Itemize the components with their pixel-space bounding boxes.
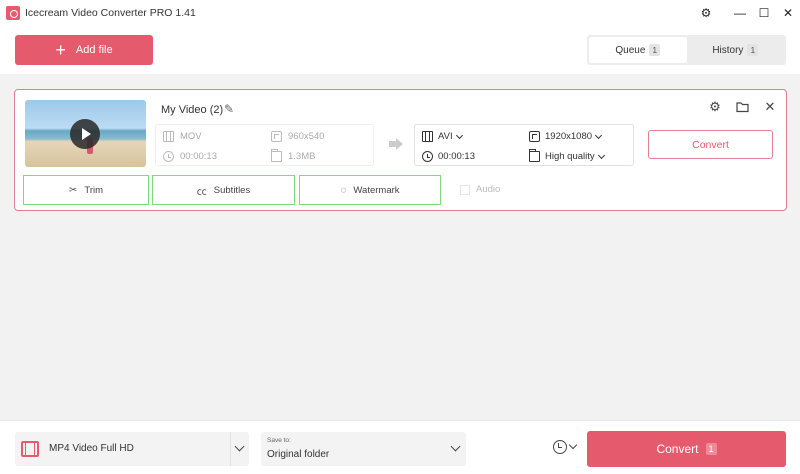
chevron-down-icon — [455, 131, 463, 139]
maximize-icon[interactable]: ☐ — [755, 4, 773, 22]
save-to-value: Original folder — [267, 449, 330, 460]
folder-icon — [271, 149, 282, 162]
source-resolution: 960x540 — [271, 131, 324, 142]
add-file-button[interactable]: + Add file — [15, 35, 153, 65]
source-size-value: 1.3MB — [288, 151, 316, 162]
source-resolution-value: 960x540 — [288, 131, 325, 142]
play-icon[interactable] — [70, 119, 100, 149]
item-convert-button[interactable]: Convert — [648, 130, 773, 159]
arrow-right-icon — [389, 138, 403, 150]
target-resolution-value: 1920x1080 — [545, 131, 593, 142]
audio-checkbox[interactable]: Audio — [460, 184, 500, 195]
chevron-down-icon[interactable] — [234, 441, 245, 452]
tab-queue-label: Queue — [615, 44, 646, 56]
subtitles-icon: ㏄ — [196, 186, 207, 198]
gear-icon[interactable]: ⚙ — [697, 4, 715, 22]
video-thumbnail[interactable] — [25, 100, 146, 167]
trim-label: Trim — [84, 184, 104, 196]
target-quality-value: High quality — [545, 151, 595, 162]
clock-icon — [422, 151, 433, 162]
source-duration: 00:00:13 — [163, 151, 217, 162]
source-format: MOV — [163, 131, 202, 142]
preset-value: MP4 Video Full HD — [49, 443, 134, 454]
tab-queue[interactable]: Queue 1 — [589, 37, 687, 63]
queue-content: My Video (2) ✎ MOV 960x540 00:00:13 1.3M… — [0, 74, 800, 420]
source-duration-value: 00:00:13 — [180, 151, 217, 162]
chevron-down-icon — [597, 151, 605, 159]
watermark-label: Watermark — [353, 184, 400, 196]
target-format-select[interactable]: AVI — [422, 131, 463, 142]
video-name: My Video (2) — [161, 104, 224, 116]
output-preset-select[interactable]: MP4 Video Full HD — [15, 432, 249, 466]
tab-history-count: 1 — [747, 44, 759, 56]
target-quality-select[interactable]: High quality — [529, 149, 605, 162]
resolution-icon — [529, 131, 540, 142]
app-logo-icon — [6, 6, 20, 20]
queue-item-card: My Video (2) ✎ MOV 960x540 00:00:13 1.3M… — [14, 89, 787, 211]
alarm-clock-icon[interactable] — [553, 440, 567, 454]
queue-history-tabs: Queue 1 History 1 — [587, 35, 786, 65]
divider — [230, 432, 231, 466]
tab-history[interactable]: History 1 — [687, 37, 785, 63]
save-to-select[interactable]: Save to: Original folder — [261, 432, 466, 466]
target-resolution-select[interactable]: 1920x1080 — [529, 131, 603, 142]
add-file-label: Add file — [75, 44, 113, 56]
header: + Add file Queue 1 History 1 — [0, 26, 800, 74]
item-settings-gear-icon[interactable]: ⚙ — [707, 99, 723, 115]
film-icon — [422, 131, 433, 142]
source-format-value: MOV — [180, 131, 202, 142]
tab-queue-count: 1 — [649, 44, 661, 56]
watermark-icon: ◌ — [340, 184, 347, 196]
target-duration-value: 00:00:13 — [438, 151, 475, 162]
target-format-value: AVI — [438, 131, 453, 142]
convert-all-button[interactable]: Convert 1 — [587, 431, 786, 467]
video-format-icon — [21, 441, 39, 457]
resolution-icon — [271, 131, 282, 142]
audio-label: Audio — [476, 184, 501, 195]
audio-checkbox-box — [460, 184, 470, 195]
quality-icon — [529, 149, 540, 162]
bottom-bar: MP4 Video Full HD Save to: Original fold… — [0, 420, 800, 474]
target-duration[interactable]: 00:00:13 — [422, 151, 475, 162]
trim-button[interactable]: ✂ Trim — [23, 175, 149, 205]
source-size: 1.3MB — [271, 149, 316, 162]
minimize-icon[interactable]: — — [731, 4, 749, 22]
open-folder-icon[interactable] — [735, 99, 751, 115]
app-title: Icecream Video Converter PRO 1.41 — [25, 7, 196, 19]
convert-count-badge: 1 — [705, 443, 717, 455]
clock-icon — [163, 151, 174, 162]
subtitles-label: Subtitles — [213, 184, 251, 196]
chevron-down-icon — [450, 441, 461, 452]
chevron-down-icon[interactable] — [568, 440, 578, 450]
save-to-label: Save to: — [267, 437, 291, 444]
chevron-down-icon — [594, 131, 603, 139]
edit-name-icon[interactable]: ✎ — [224, 102, 238, 116]
title-bar: Icecream Video Converter PRO 1.41 ⚙ — ☐ … — [0, 0, 800, 26]
remove-item-close-icon[interactable]: ✕ — [762, 99, 778, 115]
watermark-button[interactable]: ◌ Watermark — [299, 175, 441, 205]
scissors-icon: ✂ — [68, 184, 78, 196]
convert-all-label: Convert — [656, 442, 699, 456]
subtitles-button[interactable]: ㏄ Subtitles — [152, 175, 295, 205]
tab-history-label: History — [712, 44, 744, 56]
plus-icon: + — [55, 40, 66, 60]
close-icon[interactable]: ✕ — [779, 4, 797, 22]
film-icon — [163, 131, 174, 142]
